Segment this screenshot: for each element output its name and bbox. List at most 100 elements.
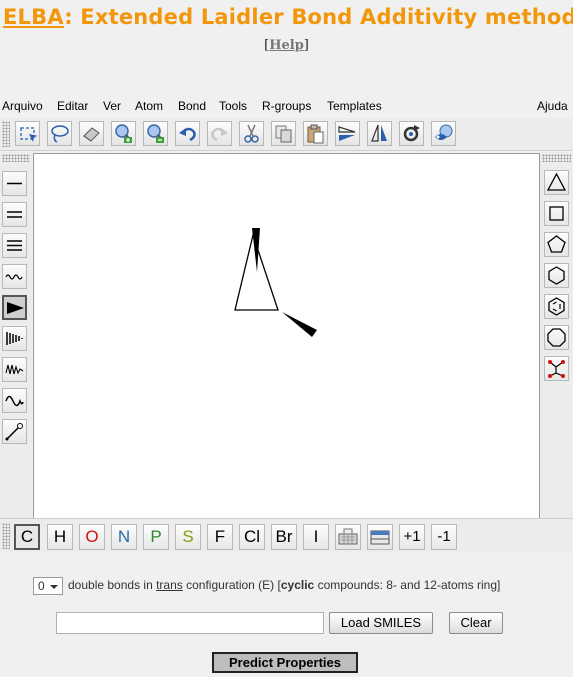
wedge-bond-icon [7, 302, 24, 314]
zoom-in-icon [115, 124, 132, 143]
atom-f-button[interactable]: F [207, 524, 233, 550]
scissors-icon [244, 124, 259, 143]
bond-tool-panel [0, 152, 32, 518]
octagon-ring-button[interactable] [544, 325, 569, 350]
ring-template-button[interactable] [544, 356, 569, 381]
atom-o-button[interactable]: O [79, 524, 105, 550]
trans-link[interactable]: trans [156, 578, 183, 592]
cyclopropane-structure [234, 228, 317, 337]
paste-button[interactable] [303, 121, 328, 146]
table-icon [370, 530, 390, 545]
octagon-icon [547, 328, 566, 347]
atom-p-button[interactable]: P [143, 524, 169, 550]
triple-bond-icon [7, 240, 22, 251]
elba-link[interactable]: ELBA [3, 5, 64, 29]
atom-h-button[interactable]: H [47, 524, 73, 550]
any-bond-icon [5, 274, 23, 280]
copy-icon [275, 125, 292, 143]
charge-plus-button[interactable]: +1 [399, 524, 425, 550]
hash-bond-button[interactable] [2, 326, 27, 351]
rotate-button[interactable] [399, 121, 424, 146]
zoom-in-button[interactable] [111, 121, 136, 146]
square-ring-button[interactable] [544, 201, 569, 226]
triangle-icon [546, 172, 567, 191]
lasso-button[interactable] [47, 121, 72, 146]
select-rectangle-button[interactable] [15, 121, 40, 146]
any-bond-button[interactable] [2, 264, 27, 289]
charge-minus-button[interactable]: -1 [431, 524, 457, 550]
triple-bond-button[interactable] [2, 233, 27, 258]
ring-panel-grip[interactable] [542, 154, 571, 162]
atom-cl-button[interactable]: Cl [239, 524, 265, 550]
chain-icon [5, 395, 24, 407]
zoom-out-button[interactable] [143, 121, 168, 146]
menu-atom[interactable]: Atom [135, 99, 163, 113]
toolbar-grip[interactable] [2, 121, 10, 147]
drawing-canvas[interactable] [33, 153, 540, 519]
clear-button[interactable]: Clear [449, 612, 503, 634]
load-smiles-button[interactable]: Load SMILES [329, 612, 433, 634]
square-icon [549, 206, 564, 221]
flip-vertical-icon [371, 124, 387, 142]
clean-button[interactable] [431, 121, 456, 146]
cut-button[interactable] [239, 121, 264, 146]
predict-properties-button[interactable]: Predict Properties [212, 652, 358, 673]
double-bonds-select[interactable]: 0 [33, 577, 63, 595]
help-line: [Help] [264, 38, 309, 53]
copy-button[interactable] [271, 121, 296, 146]
menu-bar: Arquivo Editar Ver Atom Bond Tools R-gro… [0, 96, 573, 116]
benzene-icon [548, 297, 565, 316]
single-bond-button[interactable] [2, 171, 27, 196]
hash-bond-icon [6, 332, 23, 345]
menu-arquivo[interactable]: Arquivo [2, 99, 43, 113]
ring-tool-panel [540, 152, 573, 518]
wedge-bond-right [282, 312, 317, 337]
undo-button[interactable] [175, 121, 200, 146]
atom-br-button[interactable]: Br [271, 524, 297, 550]
menu-templates[interactable]: Templates [327, 99, 382, 113]
rotate-icon [403, 125, 420, 142]
menu-tools[interactable]: Tools [219, 99, 247, 113]
arrow-icon [5, 423, 23, 441]
hexagon-ring-button[interactable] [544, 263, 569, 288]
hexagon-icon [548, 266, 565, 285]
atom-s-button[interactable]: S [175, 524, 201, 550]
menu-editar[interactable]: Editar [57, 99, 88, 113]
menu-r-groups[interactable]: R-groups [262, 99, 311, 113]
atom-i-button[interactable]: I [303, 524, 329, 550]
eraser-button[interactable] [79, 121, 104, 146]
chevron-down-icon [50, 585, 58, 589]
double-bond-button[interactable] [2, 202, 27, 227]
flip-horizontal-button[interactable] [335, 121, 360, 146]
redo-button[interactable] [207, 121, 232, 146]
menu-bond[interactable]: Bond [178, 99, 206, 113]
menu-ajuda[interactable]: Ajuda [537, 99, 568, 113]
zoom-out-icon [147, 124, 164, 143]
bond-panel-grip[interactable] [2, 154, 30, 162]
wedge-bond-top [252, 228, 260, 272]
atom-list-button[interactable] [367, 524, 393, 550]
redo-icon [211, 127, 228, 142]
help-link[interactable]: Help [269, 38, 304, 53]
benzene-ring-button[interactable] [544, 294, 569, 319]
triangle-ring-button[interactable] [544, 170, 569, 195]
wavy-bond-button[interactable] [2, 357, 27, 382]
atom-toolbar: C H O N P S F Cl Br I +1 -1 [0, 518, 573, 553]
menu-ver[interactable]: Ver [103, 99, 121, 113]
main-toolbar [0, 118, 573, 151]
eraser-icon [83, 127, 100, 142]
wavy-bond-icon [5, 364, 24, 375]
flip-vertical-button[interactable] [367, 121, 392, 146]
lasso-icon [51, 125, 69, 143]
smiles-input[interactable] [56, 612, 324, 634]
periodic-table-button[interactable] [335, 524, 361, 550]
page-title: ELBA: Extended Laidler Bond Additivity m… [3, 5, 573, 29]
chain-button[interactable] [2, 388, 27, 413]
atom-bar-grip[interactable] [2, 523, 10, 549]
pentagon-ring-button[interactable] [544, 232, 569, 257]
title-text: : Extended Laidler Bond Additivity metho… [64, 5, 573, 29]
wedge-bond-button[interactable] [2, 295, 27, 320]
atom-n-button[interactable]: N [111, 524, 137, 550]
atom-c-button[interactable]: C [14, 524, 40, 550]
arrow-button[interactable] [2, 419, 27, 444]
